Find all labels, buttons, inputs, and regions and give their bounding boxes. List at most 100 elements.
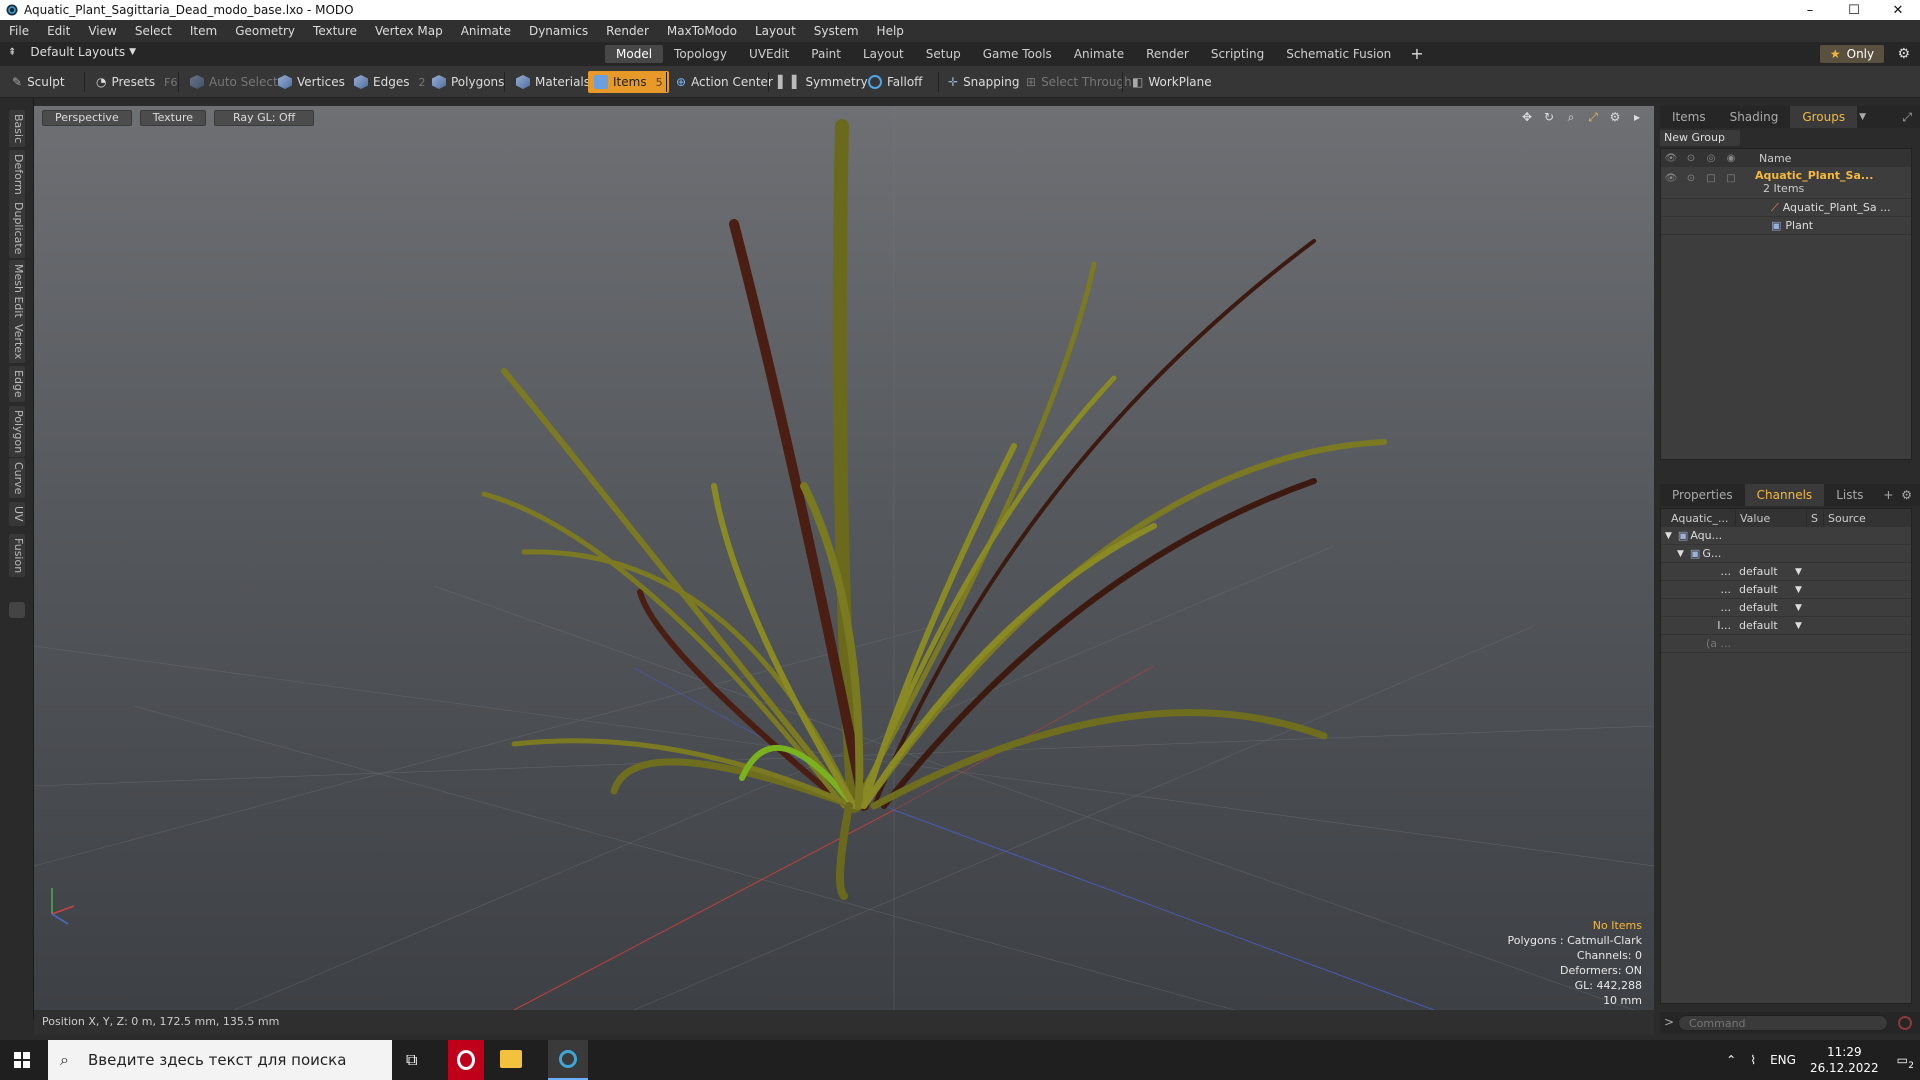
zoom-icon[interactable]: ⌕	[1564, 110, 1578, 125]
menu-texture[interactable]: Texture	[304, 20, 366, 42]
items-button[interactable]: Items 5	[588, 71, 669, 93]
network-icon[interactable]: ⌇	[1750, 1053, 1756, 1067]
action-center-button[interactable]: ⊕ Action Center	[670, 71, 779, 93]
vtab-uv[interactable]: UV	[9, 502, 25, 526]
tab-items[interactable]: Items	[1660, 106, 1718, 128]
add-tab-icon[interactable]: +	[1883, 488, 1893, 502]
workplane-button[interactable]: ◧ WorkPlane	[1126, 71, 1218, 93]
pan-icon[interactable]: ✥	[1520, 110, 1534, 125]
vtab-deform[interactable]: Deform	[9, 150, 25, 199]
task-view-icon[interactable]: ⧉	[406, 1050, 417, 1070]
viewport-more-icon[interactable]: ▸	[1630, 110, 1644, 125]
tab-channels[interactable]: Channels	[1744, 484, 1825, 506]
tab-animate[interactable]: Animate	[1063, 45, 1135, 63]
snapping-button[interactable]: ✛ Snapping	[942, 71, 1025, 93]
sculpt-button[interactable]: ✎ Sculpt	[6, 71, 71, 93]
edges-button[interactable]: Edges 2	[348, 71, 431, 93]
3d-viewport[interactable]: Perspective Texture Ray GL: Off ✥ ↻ ⌕ ⤢ …	[34, 106, 1654, 1010]
menu-geometry[interactable]: Geometry	[226, 20, 304, 42]
taskbar-search-box[interactable]: ⌕ Введите здесь текст для поиска	[48, 1040, 392, 1080]
list-item[interactable]: ⟋ Aquatic_Plant_Sa ...	[1661, 199, 1911, 217]
chevron-down-icon[interactable]: ▼	[1795, 585, 1802, 595]
channel-row[interactable]: ... default ▼	[1661, 599, 1911, 617]
tab-schematic-fusion[interactable]: Schematic Fusion	[1275, 45, 1402, 63]
menu-layout[interactable]: Layout	[746, 20, 805, 42]
tab-paint[interactable]: Paint	[800, 45, 852, 63]
expand-panel-icon[interactable]: ⤢	[1902, 110, 1912, 125]
menu-item[interactable]: Item	[181, 20, 226, 42]
vtab-basic[interactable]: Basic	[9, 110, 25, 148]
tab-setup[interactable]: Setup	[915, 45, 972, 63]
default-layouts-dropdown[interactable]: ⇞ Default Layouts ▼	[8, 45, 136, 59]
windows-start-icon[interactable]	[14, 1052, 30, 1068]
tray-chevron-icon[interactable]: ⌃	[1726, 1053, 1736, 1067]
tab-lists[interactable]: Lists	[1824, 484, 1875, 506]
tab-model[interactable]: Model	[605, 45, 664, 63]
clock[interactable]: 11:29 26.12.2022	[1810, 1044, 1879, 1076]
row-render-icon[interactable]: □	[1701, 173, 1721, 184]
chevron-down-icon[interactable]: ▼	[1795, 567, 1802, 577]
menu-render[interactable]: Render	[597, 20, 658, 42]
menu-select[interactable]: Select	[126, 20, 181, 42]
ray-gl-button[interactable]: Ray GL: Off	[214, 110, 315, 126]
tab-shading[interactable]: Shading	[1718, 106, 1791, 128]
maximize-button[interactable]: ☐	[1832, 0, 1876, 20]
chevron-down-icon[interactable]: ▼	[1795, 621, 1802, 631]
tab-topology[interactable]: Topology	[663, 45, 738, 63]
notifications-icon[interactable]: ▭ 2	[1897, 1053, 1914, 1071]
gear-icon[interactable]: ⚙	[1897, 46, 1910, 62]
new-group-button[interactable]: New Group	[1660, 130, 1740, 146]
strip-toggle-button[interactable]	[9, 602, 25, 618]
opera-icon[interactable]	[448, 1040, 484, 1080]
menu-dynamics[interactable]: Dynamics	[520, 20, 597, 42]
close-button[interactable]: ✕	[1876, 0, 1920, 20]
materials-button[interactable]: Materials	[510, 71, 596, 93]
row-visibility-icon[interactable]: 👁	[1661, 173, 1681, 184]
tab-layout[interactable]: Layout	[852, 45, 915, 63]
vtab-curve[interactable]: Curve	[9, 458, 25, 499]
only-button[interactable]: ★ Only	[1820, 45, 1884, 63]
menu-animate[interactable]: Animate	[452, 20, 520, 42]
presets-button[interactable]: ◔ Presets F6	[90, 71, 183, 93]
view-texture-button[interactable]: Texture	[139, 110, 206, 126]
modo-taskbar-icon[interactable]	[548, 1040, 588, 1080]
channel-row[interactable]: (a ...	[1661, 635, 1911, 653]
menu-view[interactable]: View	[79, 20, 125, 42]
menu-help[interactable]: Help	[868, 20, 913, 42]
channel-row[interactable]: ... default ▼	[1661, 563, 1911, 581]
vtab-mesh-edit[interactable]: Mesh Edit	[9, 260, 25, 322]
menu-system[interactable]: System	[805, 20, 868, 42]
channels-gear-icon[interactable]: ⚙	[1901, 488, 1912, 502]
vtab-fusion[interactable]: Fusion	[9, 534, 25, 578]
row-lock-icon[interactable]: ⊙	[1681, 173, 1701, 184]
view-perspective-button[interactable]: Perspective	[42, 110, 132, 126]
channel-tree-row[interactable]: ▼ ▣ G...	[1661, 545, 1911, 563]
list-item[interactable]: ▣ Plant	[1661, 217, 1911, 235]
vtab-vertex[interactable]: Vertex	[9, 320, 25, 364]
channel-tree-row[interactable]: ▼ ▣ Aqu...	[1661, 527, 1911, 545]
falloff-button[interactable]: Falloff	[862, 71, 928, 93]
vtab-edge[interactable]: Edge	[9, 366, 25, 402]
vtab-duplicate[interactable]: Duplicate	[9, 198, 25, 259]
fit-icon[interactable]: ⤢	[1586, 110, 1600, 125]
channel-row[interactable]: ... default ▼	[1661, 581, 1911, 599]
record-icon[interactable]	[1898, 1016, 1912, 1030]
tab-groups[interactable]: Groups	[1790, 106, 1858, 128]
menu-edit[interactable]: Edit	[38, 20, 79, 42]
menu-vertex-map[interactable]: Vertex Map	[366, 20, 452, 42]
viewport-gear-icon[interactable]: ⚙	[1608, 110, 1622, 125]
row-select-icon[interactable]: □	[1721, 173, 1741, 184]
tab-uvedit[interactable]: UVEdit	[738, 45, 800, 63]
tab-scripting[interactable]: Scripting	[1200, 45, 1275, 63]
tab-properties[interactable]: Properties	[1660, 484, 1745, 506]
minimize-button[interactable]: –	[1788, 0, 1832, 20]
polygons-button[interactable]: Polygons	[426, 71, 510, 93]
language-indicator[interactable]: ENG	[1770, 1053, 1796, 1067]
chevron-down-icon[interactable]: ▼	[1859, 112, 1866, 122]
file-explorer-icon[interactable]	[500, 1050, 522, 1068]
group-row[interactable]: 👁 ⊙ □ □ Aquatic_Plant_Sa... 2 Items	[1661, 167, 1911, 199]
menu-file[interactable]: File	[0, 20, 38, 42]
select-through-button[interactable]: ⊞ Select Through	[1020, 71, 1138, 93]
add-tab-button[interactable]: +	[1402, 45, 1431, 63]
menu-maxtomodo[interactable]: MaxToModo	[658, 20, 746, 42]
